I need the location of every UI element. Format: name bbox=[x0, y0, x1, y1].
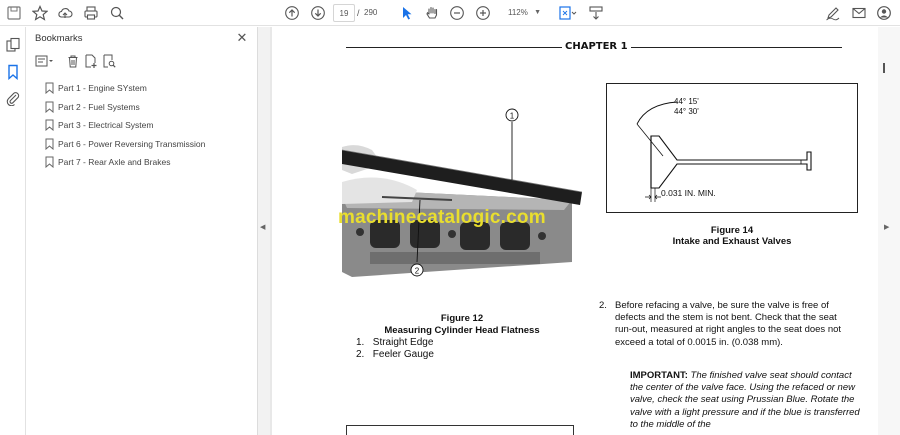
bookmark-label: Part 3 - Electrical System bbox=[58, 120, 154, 130]
chevron-down-icon: ▼ bbox=[534, 9, 541, 16]
watermark: machinecatalogic.com bbox=[338, 207, 546, 228]
find-bookmark-icon[interactable] bbox=[102, 54, 118, 70]
panel-title: Bookmarks bbox=[35, 33, 83, 44]
next-figure-frame bbox=[346, 425, 574, 435]
valve-diagram-frame bbox=[606, 83, 858, 213]
step-2-paragraph: 2. Before refacing a valve, be sure the … bbox=[599, 300, 847, 349]
vertical-scrollbar[interactable] bbox=[878, 27, 900, 435]
search-icon[interactable] bbox=[107, 3, 127, 23]
bookmark-item[interactable]: Part 2 - Fuel Systems bbox=[27, 98, 258, 117]
zoom-level-value: 112% bbox=[508, 8, 528, 17]
figure-12-item: 2. Feeler Gauge bbox=[356, 349, 434, 360]
figure-12-title: Figure 12 bbox=[440, 313, 484, 324]
chapter-heading: CHAPTER 1 bbox=[562, 41, 631, 52]
step-number: 2. bbox=[599, 300, 607, 311]
account-icon[interactable] bbox=[874, 3, 894, 23]
figure-12-item: 1. Straight Edge bbox=[356, 337, 433, 348]
page-total: 290 bbox=[364, 8, 378, 17]
bookmark-list: Part 1 - Engine SYstem Part 2 - Fuel Sys… bbox=[27, 79, 258, 172]
bookmark-label: Part 1 - Engine SYstem bbox=[58, 83, 147, 93]
previous-page-icon[interactable] bbox=[282, 3, 302, 23]
add-bookmark-icon[interactable] bbox=[84, 54, 100, 70]
step-text: Before refacing a valve, be sure the val… bbox=[615, 300, 842, 348]
print-icon[interactable] bbox=[81, 3, 101, 23]
sign-pen-icon[interactable] bbox=[823, 3, 843, 23]
bookmark-icon bbox=[45, 119, 54, 131]
page-separator: / bbox=[357, 8, 360, 18]
select-cursor-icon[interactable] bbox=[397, 3, 417, 23]
scroll-mode-icon[interactable] bbox=[586, 3, 606, 23]
bookmark-panel-icon[interactable] bbox=[5, 64, 21, 81]
scroll-thumb[interactable] bbox=[883, 63, 885, 73]
left-navigation-rail bbox=[0, 27, 26, 435]
cylinder-head-photo: 1 2 bbox=[342, 108, 582, 277]
expand-arrow-icon[interactable]: ▶ bbox=[884, 223, 889, 231]
star-icon[interactable] bbox=[30, 3, 50, 23]
callout-1: 1 bbox=[510, 112, 515, 121]
item-text: Feeler Gauge bbox=[372, 349, 434, 360]
cloud-upload-icon[interactable] bbox=[55, 3, 75, 23]
zoom-out-icon[interactable] bbox=[447, 3, 467, 23]
bookmark-item[interactable]: Part 6 - Power Reversing Transmission bbox=[27, 135, 258, 154]
zoom-in-icon[interactable] bbox=[473, 3, 493, 23]
bookmark-item[interactable]: Part 7 - Rear Axle and Brakes bbox=[27, 153, 258, 172]
page-thumbnails-icon[interactable] bbox=[5, 37, 21, 53]
valve-angle-1: 44° 15' bbox=[674, 97, 699, 106]
item-number: 1. bbox=[356, 337, 365, 348]
zoom-level-select[interactable]: 112% ▼ bbox=[500, 4, 544, 22]
delete-icon[interactable] bbox=[66, 54, 82, 70]
hand-tool-icon[interactable] bbox=[422, 3, 442, 23]
bookmark-icon bbox=[45, 101, 54, 113]
collapse-arrow-icon[interactable]: ◀ bbox=[260, 223, 265, 231]
item-text: Straight Edge bbox=[372, 337, 434, 348]
panel-splitter[interactable]: ◀ bbox=[258, 27, 270, 435]
close-icon[interactable]: ✕ bbox=[235, 31, 249, 45]
save-icon[interactable] bbox=[4, 3, 24, 23]
figure-14-title: Figure 14 bbox=[710, 225, 754, 236]
bookmarks-panel: Bookmarks ✕ Part 1 - Engine SYstem Part … bbox=[27, 27, 258, 435]
bookmark-toolbar bbox=[35, 54, 255, 70]
callout-2: 2 bbox=[415, 267, 420, 276]
bookmark-icon bbox=[45, 138, 54, 150]
figure-14-subtitle: Intake and Exhaust Valves bbox=[672, 236, 792, 247]
valve-margin-label: 0.031 IN. MIN. bbox=[661, 188, 716, 198]
bookmark-label: Part 2 - Fuel Systems bbox=[58, 101, 140, 112]
bookmark-item[interactable]: Part 3 - Electrical System bbox=[27, 116, 258, 135]
important-label: IMPORTANT: bbox=[630, 370, 688, 381]
bookmark-label: Part 7 - Rear Axle and Brakes bbox=[58, 157, 171, 167]
fit-page-icon[interactable] bbox=[554, 3, 580, 23]
valve-diagram bbox=[636, 101, 812, 202]
figure-12-subtitle: Measuring Cylinder Head Flatness bbox=[384, 325, 540, 336]
item-number: 2. bbox=[356, 349, 365, 360]
attachment-icon[interactable] bbox=[5, 90, 21, 107]
email-icon[interactable] bbox=[849, 3, 869, 23]
top-toolbar: 19 / 290 112% ▼ bbox=[0, 0, 900, 26]
page-number-input[interactable]: 19 bbox=[333, 4, 355, 22]
valve-angle-2: 44° 30' bbox=[674, 107, 699, 116]
bookmark-icon bbox=[45, 156, 54, 168]
bookmark-label: Part 6 - Power Reversing Transmission bbox=[58, 138, 206, 149]
next-page-icon[interactable] bbox=[308, 3, 328, 23]
pdf-page: CHAPTER 1 1 2 machinecatalogic.com Figur… bbox=[272, 27, 878, 435]
important-note: IMPORTANT: The finished valve seat shoul… bbox=[630, 370, 862, 431]
bookmark-options-icon[interactable] bbox=[35, 54, 57, 70]
bookmark-item[interactable]: Part 1 - Engine SYstem bbox=[27, 79, 258, 98]
bookmark-icon bbox=[45, 82, 54, 94]
